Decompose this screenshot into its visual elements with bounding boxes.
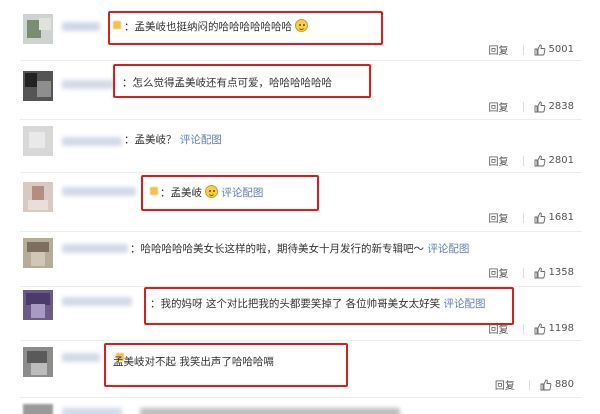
- reply-button[interactable]: 回复: [489, 321, 509, 336]
- thumbs-up-icon: [534, 155, 545, 166]
- avatar[interactable]: [23, 71, 53, 101]
- reply-button[interactable]: 回复: [489, 153, 509, 168]
- highlight-box: [144, 287, 514, 325]
- highlight-box: [113, 64, 371, 98]
- divider: [528, 379, 530, 390]
- comment-actions: 回复 2801: [489, 153, 574, 168]
- avatar[interactable]: [23, 126, 53, 156]
- comment-image-link[interactable]: 评论配图: [180, 134, 222, 146]
- thumbs-up-icon: [534, 101, 545, 112]
- avatar[interactable]: [23, 347, 53, 377]
- highlight-box: [141, 175, 319, 211]
- like-count: 1198: [548, 323, 574, 334]
- thumbs-up-icon: [540, 379, 552, 390]
- divider: [522, 155, 524, 166]
- username[interactable]: [62, 22, 100, 31]
- username[interactable]: [62, 297, 132, 306]
- comment-row: ：孟美岐 评论配图 回复 1681: [0, 173, 600, 231]
- like-count: 880: [554, 379, 574, 390]
- avatar[interactable]: [23, 290, 53, 320]
- reply-button[interactable]: 回复: [489, 210, 509, 225]
- username[interactable]: [62, 408, 122, 414]
- like-count: 1681: [548, 212, 574, 223]
- divider: [522, 101, 524, 112]
- comment-actions: 回复 1358: [489, 265, 574, 280]
- reply-button[interactable]: 回复: [495, 377, 515, 392]
- like-button[interactable]: 1198: [534, 323, 574, 335]
- username[interactable]: [62, 353, 100, 362]
- reply-button[interactable]: 回复: [489, 265, 509, 280]
- like-button[interactable]: 880: [540, 379, 574, 391]
- username[interactable]: [62, 244, 128, 253]
- thumbs-up-icon: [534, 267, 545, 278]
- username[interactable]: [62, 137, 122, 146]
- avatar[interactable]: [23, 182, 53, 212]
- like-button[interactable]: 2838: [534, 101, 574, 113]
- comment-row: ：孟美岐？ 评论配图 回复 2801: [0, 120, 600, 172]
- comment-text-blurred: [140, 408, 400, 414]
- highlight-box: [104, 343, 348, 387]
- comment-row: 孟美岐对不起 我笑出声了哈哈哈嗝 回复 880: [0, 341, 600, 396]
- like-count: 1358: [548, 267, 574, 278]
- like-button[interactable]: 5001: [534, 44, 574, 56]
- comment-row: ：哈哈哈哈哈美女长这样的啦，期待美女十月发行的新专辑吧～ 评论配图 回复 135…: [0, 232, 600, 286]
- comment-actions: 回复 5001: [489, 42, 574, 57]
- thumbs-up-icon: [534, 212, 545, 223]
- comment-actions: 回复 880: [495, 377, 574, 392]
- thumbs-up-icon: [534, 44, 545, 55]
- divider: [522, 44, 524, 55]
- comment-image-link[interactable]: 评论配图: [427, 243, 469, 255]
- comment-actions: 回复 1198: [489, 321, 574, 336]
- reply-button[interactable]: 回复: [489, 42, 509, 57]
- comment-actions: 回复 1681: [489, 210, 574, 225]
- comment-text: ：哈哈哈哈哈美女长这样的啦，期待美女十月发行的新专辑吧～ 评论配图: [130, 243, 470, 255]
- comment-actions: 回复 2838: [489, 99, 574, 114]
- avatar[interactable]: [23, 238, 53, 268]
- avatar[interactable]: [23, 404, 53, 414]
- comment-text: ：孟美岐？ 评论配图: [124, 134, 222, 146]
- divider: [522, 323, 524, 334]
- comment-row: ：我的妈呀 这个对比把我的头都要笑掉了 各位帅哥美女太好笑 评论配图 回复 11…: [0, 287, 600, 340]
- highlight-box: [108, 11, 383, 45]
- reply-button[interactable]: 回复: [489, 99, 509, 114]
- divider: [522, 267, 524, 278]
- avatar[interactable]: [23, 14, 53, 44]
- like-button[interactable]: 1358: [534, 267, 574, 279]
- thumbs-up-icon: [534, 323, 545, 334]
- like-count: 2801: [548, 155, 574, 166]
- username[interactable]: [62, 80, 114, 89]
- like-button[interactable]: 1681: [534, 212, 574, 224]
- divider: [522, 212, 524, 223]
- username[interactable]: [62, 187, 136, 196]
- like-count: 2838: [548, 101, 574, 112]
- comment-row: ：孟美岐也挺纳闷的哈哈哈哈哈哈哈 回复 5001: [0, 0, 600, 60]
- like-count: 5001: [548, 44, 574, 55]
- like-button[interactable]: 2801: [534, 155, 574, 167]
- comment-row: ：怎么觉得孟美岐还有点可爱，哈哈哈哈哈哈 回复 2838: [0, 61, 600, 119]
- comment-row-partial: [0, 398, 600, 414]
